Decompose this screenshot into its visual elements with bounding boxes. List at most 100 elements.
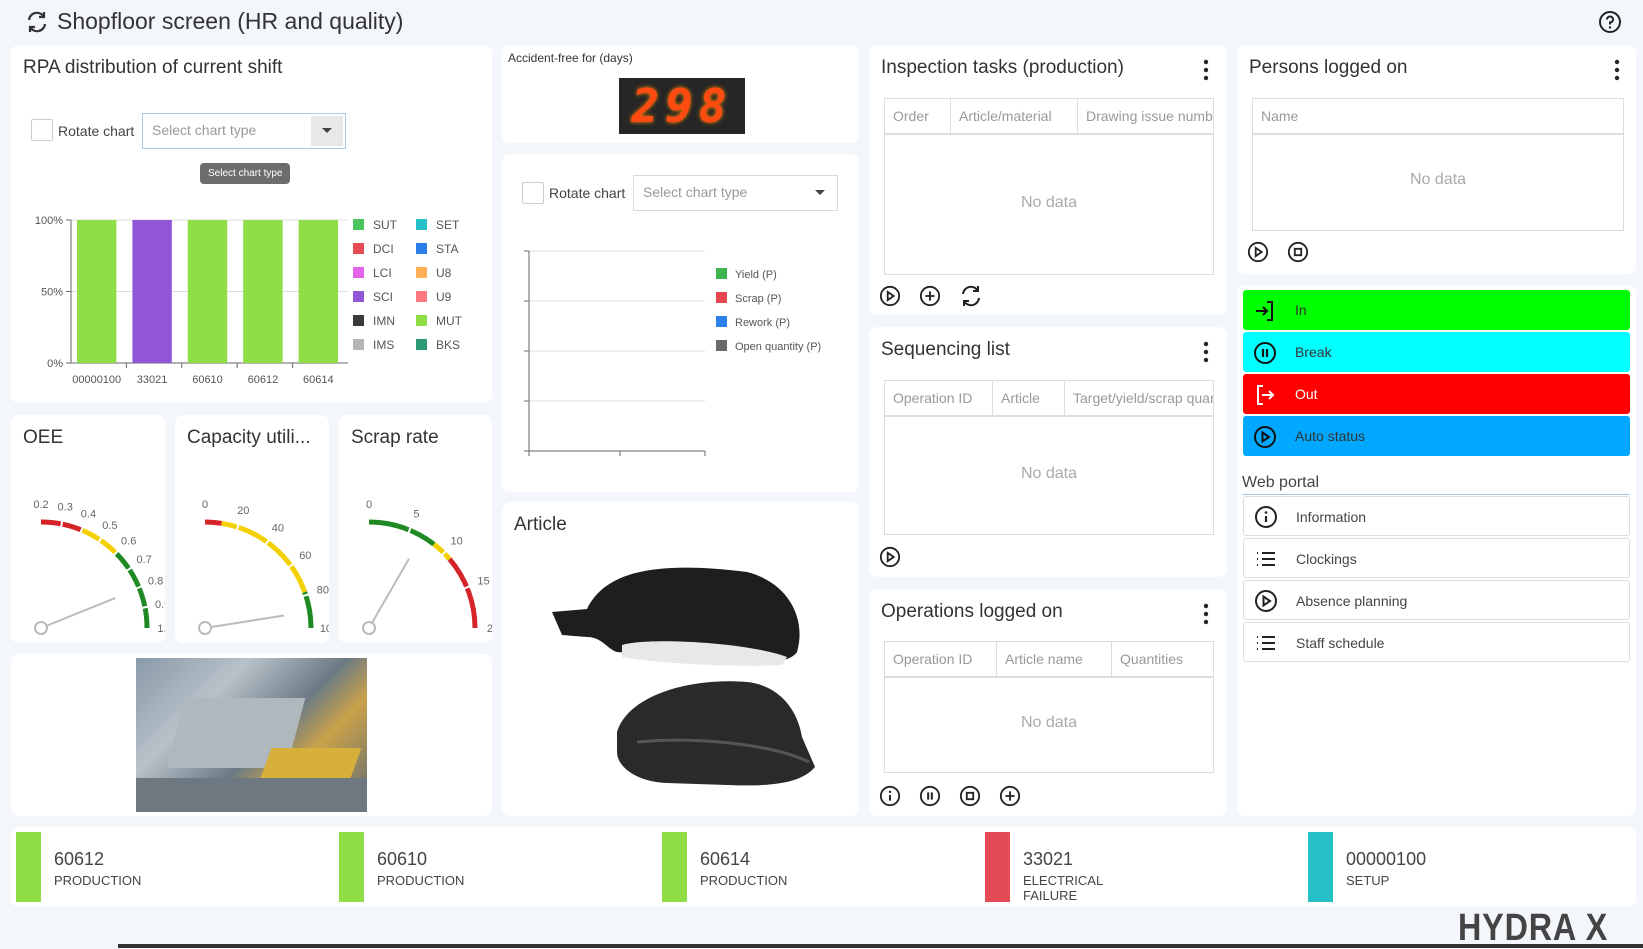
status-button-in[interactable]: In bbox=[1243, 290, 1630, 330]
rotate-chart-checkbox[interactable] bbox=[31, 119, 53, 141]
legend-label: IMN bbox=[373, 314, 395, 328]
gauge-pivot bbox=[198, 621, 212, 635]
dropdown-toggle[interactable] bbox=[311, 116, 343, 146]
panel-title: Operations logged on bbox=[881, 601, 1063, 622]
machine-id: 60610 bbox=[377, 849, 428, 869]
info-icon[interactable] bbox=[879, 785, 901, 807]
accident-free-panel: Accident-free for (days) 298 bbox=[502, 45, 859, 143]
gauge-tick-label: 1.0 bbox=[157, 623, 165, 635]
select-placeholder: Select chart type bbox=[152, 122, 257, 138]
status-color-bar bbox=[16, 832, 41, 902]
header: Shopfloor screen (HR and quality) bbox=[0, 0, 1643, 44]
gauge-title: Capacity utili... bbox=[187, 427, 311, 448]
oee-gauge: 0.2 0.3 0.4 0.5 0.60.7 0.8 0.9 1.0 bbox=[33, 499, 165, 635]
operations-table: Operation ID Article name Quantities No … bbox=[884, 641, 1214, 773]
gauge-tick-label: 0 bbox=[366, 499, 372, 511]
status-button-out[interactable]: Out bbox=[1243, 374, 1630, 414]
table-header: Order Article/material Drawing issue num… bbox=[885, 99, 1213, 135]
machine-status: SETUP bbox=[1346, 873, 1390, 888]
gauge-band bbox=[221, 520, 308, 593]
more-options-icon[interactable] bbox=[1203, 59, 1209, 81]
gauge-tick-label: 5 bbox=[413, 508, 419, 520]
help-icon[interactable] bbox=[1598, 10, 1622, 34]
legend-label: LCI bbox=[373, 266, 392, 280]
stop-icon[interactable] bbox=[959, 785, 981, 807]
column-header[interactable]: Article bbox=[993, 381, 1065, 415]
capacity-gauge-panel: Capacity utili... 0 20 40 60 80 100 bbox=[175, 415, 329, 643]
x-tick-label: 60610 bbox=[192, 374, 223, 386]
column-header[interactable]: Order bbox=[885, 99, 951, 133]
legend-label: U9 bbox=[436, 290, 452, 304]
gauge-tick bbox=[59, 519, 64, 529]
status-color-bar bbox=[985, 832, 1010, 902]
column-header[interactable]: Operation ID bbox=[885, 642, 997, 676]
portal-item-label: Staff schedule bbox=[1296, 635, 1385, 651]
legend-swatch bbox=[353, 339, 364, 350]
empty-message: No data bbox=[1409, 171, 1467, 188]
column-header[interactable]: Article name bbox=[997, 642, 1112, 676]
rotate-chart-checkbox[interactable] bbox=[522, 182, 544, 204]
quantity-chart: Yield (P) Scrap (P) Rework (P) Open quantit… bbox=[524, 250, 821, 456]
inspection-table: Order Article/material Drawing issue num… bbox=[884, 98, 1214, 275]
quantity-chart-panel: Rotate chart Select chart type Yield (P)… bbox=[502, 154, 859, 492]
more-options-icon[interactable] bbox=[1203, 341, 1209, 363]
status-button-break[interactable]: Break bbox=[1243, 332, 1630, 372]
status-color-bar bbox=[339, 832, 364, 902]
column-header[interactable]: Target/yield/scrap quantity bbox=[1065, 381, 1213, 415]
legend-label: SET bbox=[436, 218, 460, 232]
more-options-icon[interactable] bbox=[1203, 603, 1209, 625]
pause-icon[interactable] bbox=[919, 785, 941, 807]
panel-title: Article bbox=[514, 514, 567, 535]
portal-item-clockings[interactable]: Clockings bbox=[1243, 538, 1630, 578]
play-icon[interactable] bbox=[879, 285, 901, 307]
more-options-icon[interactable] bbox=[1614, 59, 1620, 81]
column-header[interactable]: Drawing issue number bbox=[1078, 99, 1213, 133]
add-icon[interactable] bbox=[919, 285, 941, 307]
refresh-icon[interactable] bbox=[958, 284, 984, 308]
legend-swatch bbox=[353, 243, 364, 254]
chart-type-select[interactable]: Select chart type bbox=[633, 175, 838, 211]
legend-label: U8 bbox=[436, 266, 452, 280]
play-icon[interactable] bbox=[1247, 241, 1269, 263]
column-header[interactable]: Operation ID bbox=[885, 381, 993, 415]
sequencing-list-panel: Sequencing list Operation ID Article Tar… bbox=[869, 327, 1227, 577]
play-icon[interactable] bbox=[879, 546, 901, 568]
logout-icon bbox=[1257, 385, 1275, 405]
gauge-tick-label: 20 bbox=[487, 623, 492, 635]
gauge-needle bbox=[40, 597, 116, 629]
column-header[interactable]: Name bbox=[1253, 99, 1623, 133]
brand-logo: HYDRA X bbox=[1458, 907, 1609, 949]
column-header[interactable]: Article/material bbox=[951, 99, 1078, 133]
article-panel: Article bbox=[502, 502, 859, 816]
portal-item-label: Absence planning bbox=[1296, 593, 1408, 609]
scrap-gauge: 0 5 10 15 20 bbox=[362, 499, 492, 635]
machine-id: 60612 bbox=[54, 849, 105, 869]
web-portal-title: Web portal bbox=[1242, 474, 1630, 495]
status-label: Out bbox=[1295, 386, 1318, 402]
bar-mut bbox=[298, 220, 338, 363]
accident-counter: 298 bbox=[619, 78, 745, 134]
x-tick-label: 33021 bbox=[137, 374, 168, 386]
bar-sci bbox=[132, 220, 172, 363]
table-header: Operation ID Article name Quantities bbox=[885, 642, 1213, 678]
gauge-tick-label: 60 bbox=[299, 550, 311, 562]
legend-label: DCI bbox=[373, 242, 394, 256]
legend-label: STA bbox=[436, 242, 458, 256]
chart-type-select[interactable]: Select chart type bbox=[142, 113, 346, 149]
legend-label: Yield (P) bbox=[735, 269, 777, 281]
status-color-bar bbox=[662, 832, 687, 902]
legend-swatch bbox=[416, 243, 427, 254]
column-header[interactable]: Quantities bbox=[1112, 642, 1213, 676]
sequencing-table: Operation ID Article Target/yield/scrap … bbox=[884, 380, 1214, 535]
portal-item-staff-schedule[interactable]: Staff schedule bbox=[1243, 622, 1630, 662]
add-icon[interactable] bbox=[999, 785, 1021, 807]
refresh-icon[interactable] bbox=[24, 10, 50, 34]
portal-item-information[interactable]: Information bbox=[1243, 496, 1630, 536]
login-icon bbox=[1256, 301, 1273, 321]
portal-item-absence-planning[interactable]: Absence planning bbox=[1243, 580, 1630, 620]
panel-title: Inspection tasks (production) bbox=[881, 57, 1124, 78]
status-button-auto[interactable]: Auto status bbox=[1243, 416, 1630, 456]
stop-icon[interactable] bbox=[1287, 241, 1309, 263]
gauge-tick-label: 100 bbox=[320, 623, 329, 635]
y-tick-label: 0% bbox=[47, 358, 63, 370]
